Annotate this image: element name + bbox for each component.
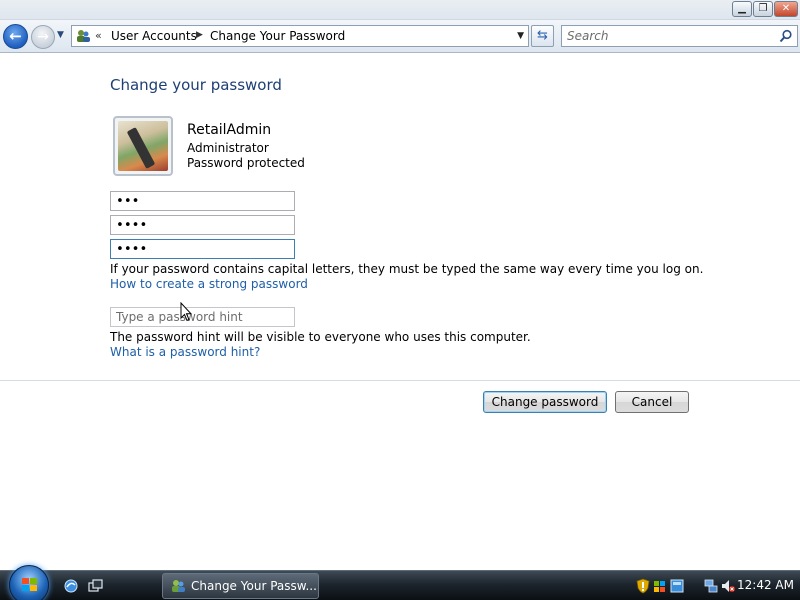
current-password-field[interactable] (110, 191, 295, 211)
user-picture (113, 116, 173, 176)
volume-muted-icon[interactable] (721, 578, 735, 594)
search-icon[interactable] (779, 29, 793, 43)
maximize-button[interactable]: ❐ (753, 1, 773, 17)
sidebar-icon[interactable] (670, 578, 684, 594)
caps-lock-note: If your password contains capital letter… (110, 262, 704, 276)
windows-update-icon[interactable] (653, 578, 667, 594)
user-accounts-icon (77, 30, 90, 42)
taskbar-window-label: Change Your Passw... (191, 579, 317, 593)
password-hint-field[interactable] (110, 307, 295, 327)
windows-flag-icon (22, 578, 37, 591)
cancel-button[interactable]: Cancel (615, 391, 689, 413)
user-name: RetailAdmin (187, 122, 272, 138)
user-password-status: Password protected (187, 156, 305, 170)
security-shield-icon[interactable] (636, 578, 650, 594)
divider (0, 380, 800, 381)
start-button[interactable] (9, 565, 49, 600)
switch-windows-icon[interactable] (88, 578, 104, 594)
hint-visibility-note: The password hint will be visible to eve… (110, 330, 531, 344)
show-desktop-icon[interactable] (63, 578, 79, 594)
network-icon[interactable] (704, 578, 718, 594)
taskbar: Change Your Passw... 12:42 AM (0, 565, 800, 600)
confirm-password-field[interactable] (110, 239, 295, 259)
breadcrumb-user-accounts[interactable]: User Accounts (111, 29, 197, 43)
window-controls: ▁ ❐ ✕ (732, 1, 798, 17)
recent-pages-dropdown[interactable]: ▼ (57, 30, 64, 40)
search-box[interactable] (561, 25, 798, 47)
system-clock[interactable]: 12:42 AM (737, 578, 794, 592)
back-button[interactable]: ← (3, 24, 28, 49)
close-button[interactable]: ✕ (774, 1, 798, 17)
refresh-button[interactable]: ⇆ (531, 25, 554, 47)
address-dropdown-button[interactable]: ▼ (517, 31, 524, 41)
mouse-cursor-icon (180, 302, 192, 322)
change-password-button[interactable]: Change password (483, 391, 607, 413)
user-accounts-icon (172, 580, 185, 592)
breadcrumb-change-your-password[interactable]: Change Your Password (210, 29, 345, 43)
breadcrumb-overflow-chevron[interactable]: « (95, 29, 102, 42)
page-title: Change your password (110, 76, 282, 94)
user-picture-image (118, 121, 168, 171)
password-hint-help-link[interactable]: What is a password hint? (110, 345, 260, 359)
address-bar[interactable]: « User Accounts ▶ Change Your Password ▼ (71, 25, 529, 47)
strong-password-link[interactable]: How to create a strong password (110, 277, 308, 291)
navigation-bar: ← → ▼ « User Accounts ▶ Change Your Pass… (0, 20, 800, 53)
search-input[interactable] (567, 29, 767, 43)
taskbar-window-button[interactable]: Change Your Passw... (162, 573, 319, 599)
new-password-field[interactable] (110, 215, 295, 235)
window-title-bar: ▁ ❐ ✕ (0, 0, 800, 20)
forward-button[interactable]: → (31, 25, 55, 49)
minimize-button[interactable]: ▁ (732, 1, 752, 17)
user-role: Administrator (187, 141, 269, 155)
breadcrumb-separator-icon[interactable]: ▶ (196, 30, 203, 40)
